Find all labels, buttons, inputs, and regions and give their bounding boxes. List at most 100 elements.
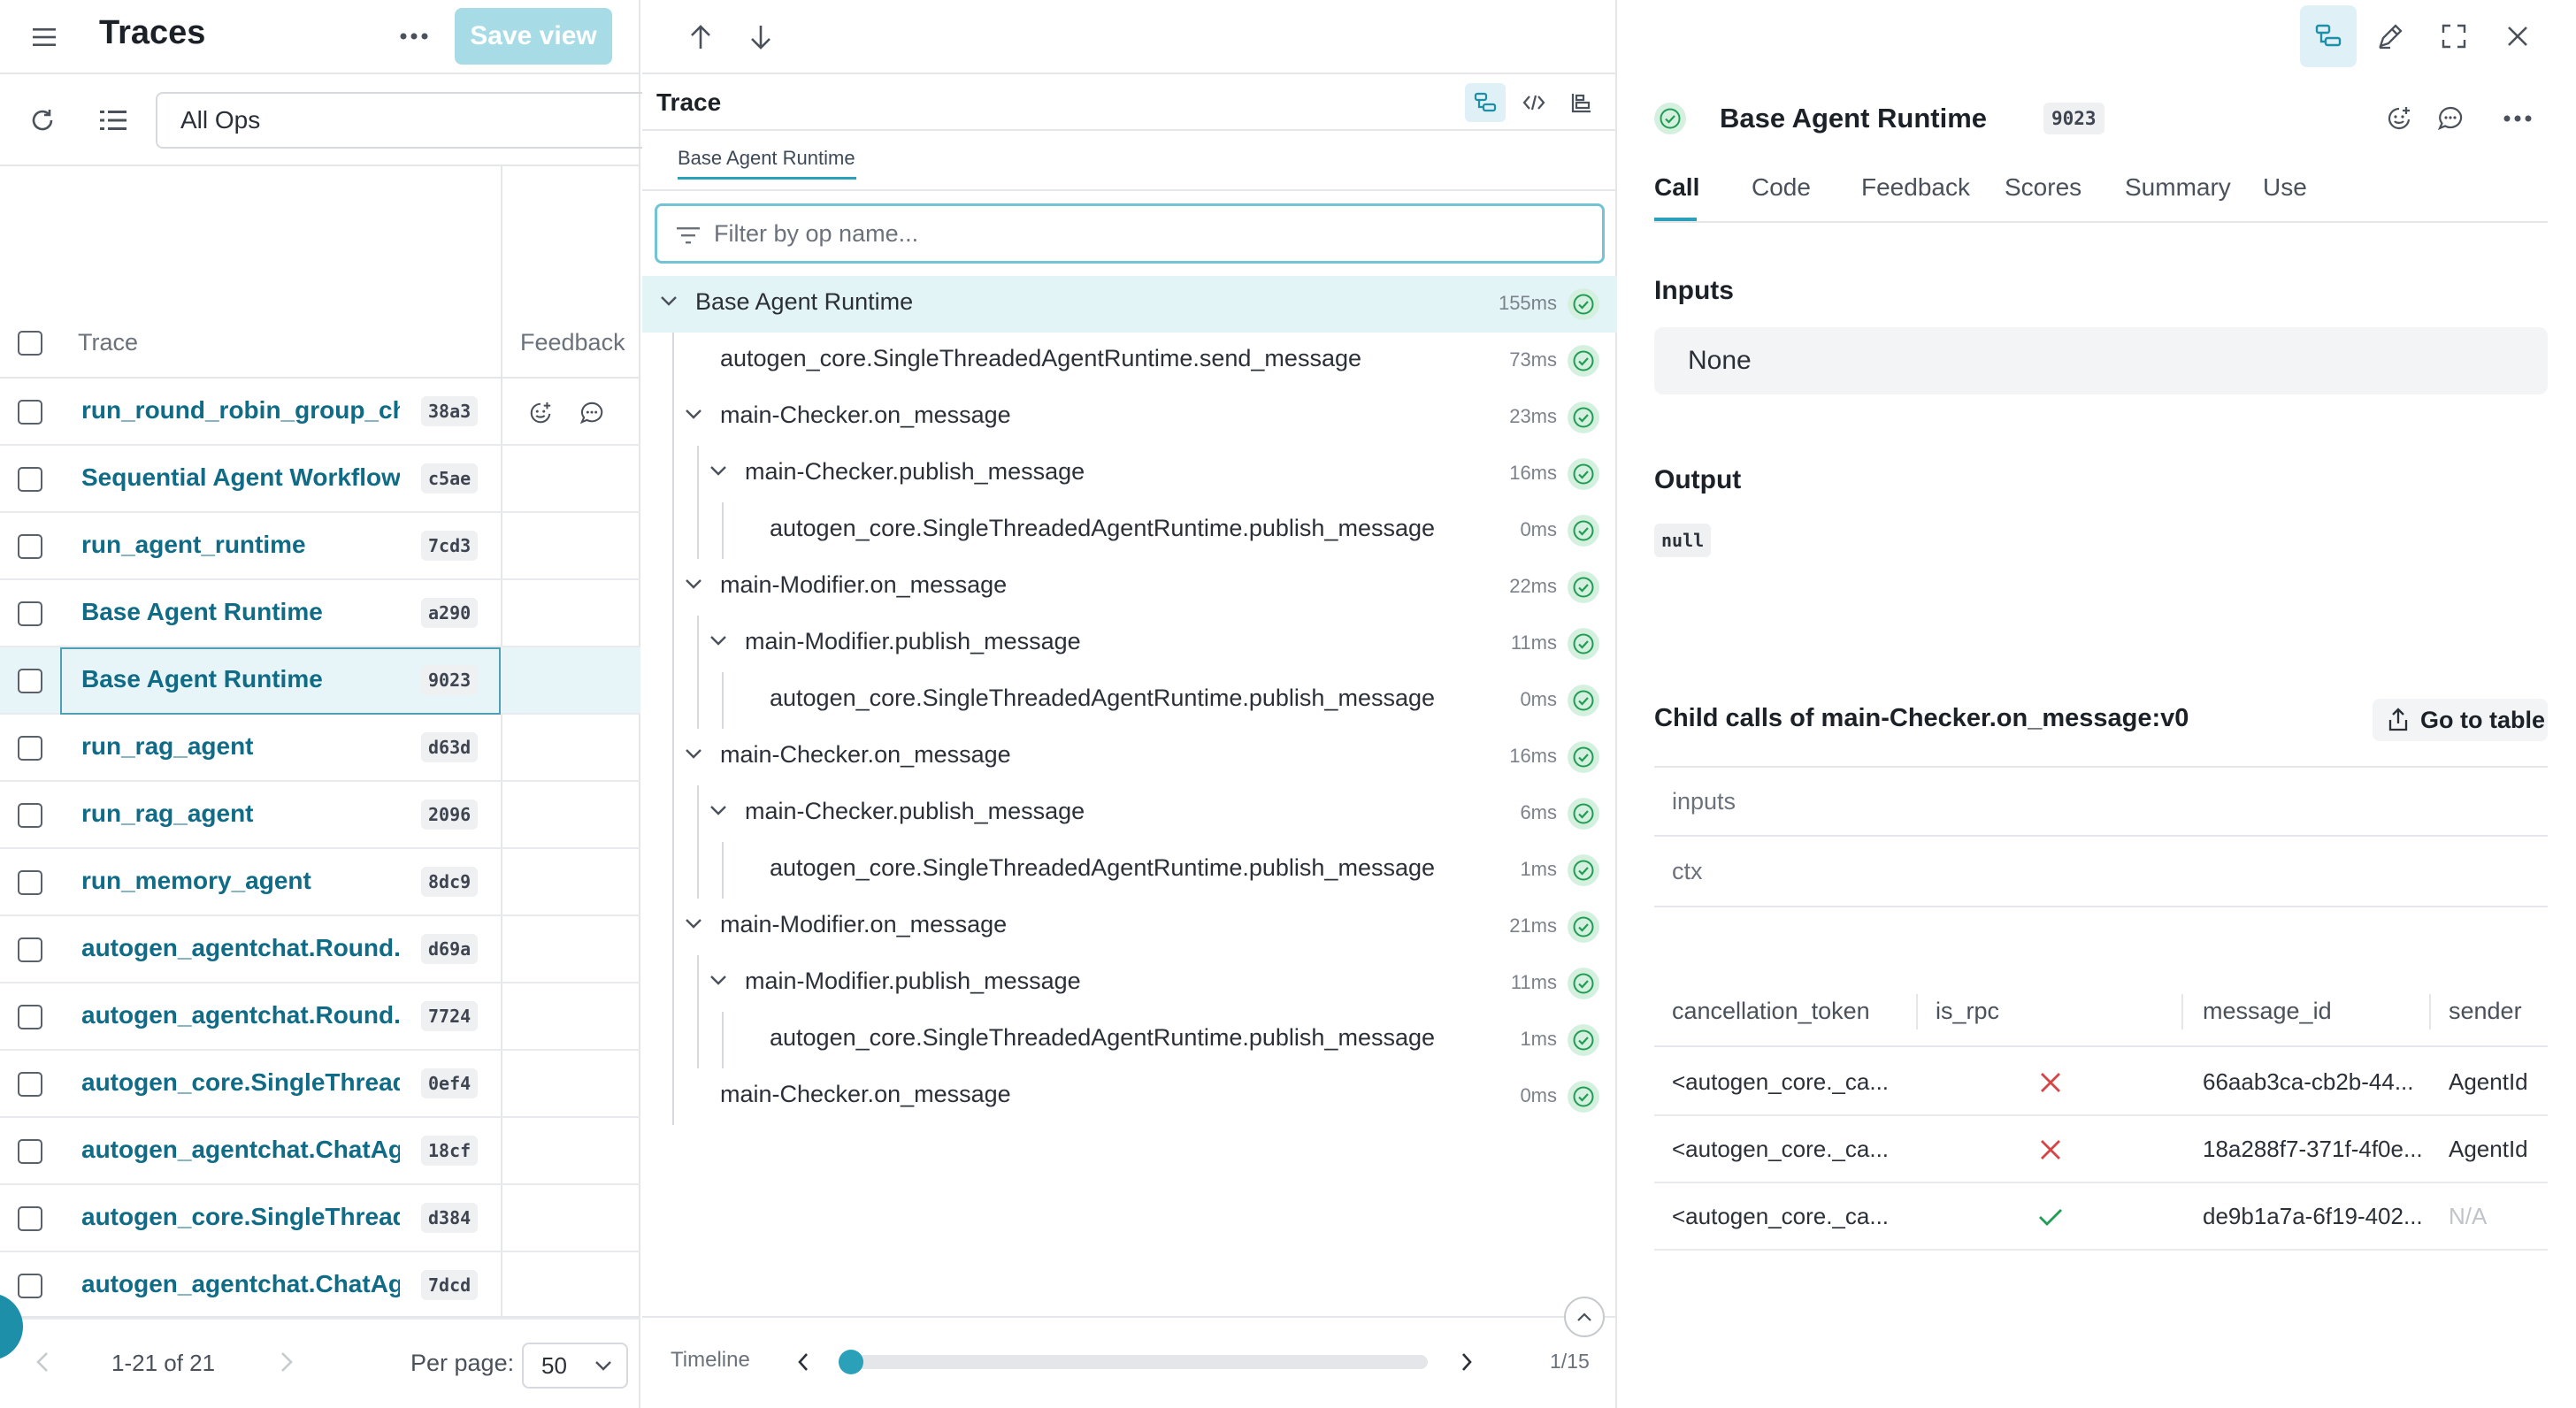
column-header-is-rpc[interactable]: is_rpc	[1936, 998, 1999, 1025]
column-header-sender[interactable]: sender	[2449, 998, 2522, 1025]
close-button[interactable]	[2489, 5, 2546, 67]
row-checkbox[interactable]	[18, 669, 42, 693]
table-row[interactable]: run_round_robin_group_chat 38a3	[0, 379, 640, 446]
chevron-down-icon[interactable]	[685, 409, 702, 419]
row-checkbox[interactable]	[18, 1072, 42, 1097]
go-to-table-button[interactable]: Go to table	[2373, 699, 2548, 741]
refresh-icon[interactable]	[25, 103, 60, 138]
fullscreen-button[interactable]	[2426, 5, 2482, 67]
trace-name-link[interactable]: autogen_agentchat.Round...	[81, 934, 400, 962]
tab-summary[interactable]: Summary	[2125, 173, 2231, 202]
chevron-down-icon[interactable]	[685, 748, 702, 759]
trace-name-link[interactable]: Base Agent Runtime	[81, 665, 400, 693]
row-checkbox[interactable]	[18, 601, 42, 626]
per-page-select[interactable]: 50	[522, 1343, 628, 1389]
table-row[interactable]: run_rag_agent d63d	[0, 715, 640, 782]
trace-name-link[interactable]: run_rag_agent	[81, 732, 400, 761]
scroll-to-top-button[interactable]	[1564, 1297, 1605, 1337]
add-reaction-icon[interactable]	[2383, 103, 2415, 134]
arrow-up-icon[interactable]	[683, 19, 718, 55]
tree-toggle-button[interactable]	[2300, 5, 2357, 67]
trace-name-link[interactable]: Base Agent Runtime	[81, 598, 400, 626]
next-page-icon[interactable]	[274, 1350, 299, 1374]
trace-name-link[interactable]: autogen_agentchat.ChatAg...	[81, 1270, 400, 1298]
timeline-next-icon[interactable]	[1454, 1350, 1479, 1374]
tree-node[interactable]: autogen_core.SingleThreadedAgentRuntime.…	[642, 502, 1617, 559]
timeline-slider-handle[interactable]	[839, 1350, 863, 1374]
row-checkbox[interactable]	[18, 803, 42, 828]
table-row[interactable]: run_rag_agent 2096	[0, 782, 640, 849]
prev-page-icon[interactable]	[30, 1350, 55, 1374]
code-view-icon[interactable]	[1514, 83, 1553, 122]
tree-node[interactable]: main-Checker.publish_message 16ms	[642, 446, 1617, 502]
row-checkbox[interactable]	[18, 736, 42, 761]
tree-node[interactable]: Base Agent Runtime 155ms	[642, 276, 1617, 333]
table-row[interactable]: autogen_agentchat.Round... 7724	[0, 983, 640, 1051]
flame-graph-icon[interactable]	[1562, 83, 1601, 122]
row-checkbox[interactable]	[18, 467, 42, 492]
tab-scores[interactable]: Scores	[2005, 173, 2082, 202]
trace-name-link[interactable]: autogen_core.SingleThread...	[81, 1203, 400, 1231]
edit-button[interactable]	[2362, 5, 2419, 67]
tree-node[interactable]: main-Checker.publish_message 6ms	[642, 785, 1617, 842]
tree-node[interactable]: main-Modifier.publish_message 11ms	[642, 955, 1617, 1012]
row-checkbox[interactable]	[18, 1139, 42, 1164]
columns-icon[interactable]	[96, 103, 131, 138]
row-checkbox[interactable]	[18, 937, 42, 962]
row-checkbox[interactable]	[18, 534, 42, 559]
comment-icon[interactable]	[577, 398, 607, 428]
row-checkbox[interactable]	[18, 1274, 42, 1298]
column-header-feedback[interactable]: Feedback	[520, 329, 625, 356]
tree-node[interactable]: main-Checker.on_message 16ms	[642, 729, 1617, 785]
trace-name-link[interactable]: autogen_agentchat.ChatAg...	[81, 1136, 400, 1164]
table-row[interactable]: autogen_agentchat.Round... d69a	[0, 916, 640, 983]
add-reaction-icon[interactable]	[525, 398, 556, 428]
op-filter-select[interactable]: All Ops	[156, 92, 651, 149]
chevron-down-icon[interactable]	[709, 975, 727, 985]
chevron-down-icon[interactable]	[709, 635, 727, 646]
table-row[interactable]: Sequential Agent Workflow c5ae	[0, 446, 640, 513]
tree-node[interactable]: autogen_core.SingleThreadedAgentRuntime.…	[642, 672, 1617, 729]
chevron-down-icon[interactable]	[685, 578, 702, 589]
chevron-down-icon[interactable]	[660, 295, 678, 306]
table-row[interactable]: <autogen_core._ca... 66aab3ca-cb2b-44... A…	[1654, 1049, 2548, 1116]
breadcrumb[interactable]: Base Agent Runtime	[678, 147, 855, 170]
trace-name-link[interactable]: run_memory_agent	[81, 867, 400, 895]
comment-icon[interactable]	[2434, 103, 2466, 134]
table-row[interactable]: <autogen_core._ca... 18a288f7-371f-4f0e..…	[1654, 1116, 2548, 1183]
tree-node[interactable]: autogen_core.SingleThreadedAgentRuntime.…	[642, 333, 1617, 389]
table-row[interactable]: autogen_core.SingleThread... d384	[0, 1185, 640, 1252]
tree-node[interactable]: main-Checker.on_message 0ms	[642, 1068, 1617, 1125]
hamburger-menu-icon[interactable]	[28, 21, 60, 53]
trace-name-link[interactable]: autogen_agentchat.Round...	[81, 1001, 400, 1029]
table-row[interactable]: autogen_core.SingleThread... 0ef4	[0, 1051, 640, 1118]
tab-code[interactable]: Code	[1752, 173, 1811, 202]
trace-name-link[interactable]: run_rag_agent	[81, 800, 400, 828]
arrow-down-icon[interactable]	[743, 19, 778, 55]
tree-node[interactable]: autogen_core.SingleThreadedAgentRuntime.…	[642, 1012, 1617, 1068]
chevron-down-icon[interactable]	[709, 805, 727, 815]
chevron-down-icon[interactable]	[685, 918, 702, 929]
more-options-icon[interactable]	[396, 23, 432, 50]
column-header-message-id[interactable]: message_id	[2203, 998, 2332, 1025]
row-checkbox[interactable]	[18, 870, 42, 895]
table-row[interactable]: Base Agent Runtime 9023	[0, 647, 640, 715]
table-row[interactable]: Base Agent Runtime a290	[0, 580, 640, 647]
trace-name-link[interactable]: run_agent_runtime	[81, 531, 400, 559]
table-row[interactable]: autogen_agentchat.ChatAg... 7dcd	[0, 1252, 640, 1320]
table-row[interactable]: run_memory_agent 8dc9	[0, 849, 640, 916]
tree-node[interactable]: main-Modifier.on_message 22ms	[642, 559, 1617, 616]
table-row[interactable]: autogen_agentchat.ChatAg... 18cf	[0, 1118, 640, 1185]
trace-name-link[interactable]: Sequential Agent Workflow	[81, 463, 400, 492]
row-checkbox[interactable]	[18, 400, 42, 425]
timeline-track[interactable]	[851, 1355, 1428, 1369]
tree-view-icon[interactable]	[1465, 83, 1506, 122]
tree-node[interactable]: main-Checker.on_message 23ms	[642, 389, 1617, 446]
tab-call[interactable]: Call	[1654, 173, 1699, 202]
table-row[interactable]: <autogen_core._ca... de9b1a7a-6f19-402...…	[1654, 1183, 2548, 1251]
column-header-cancellation-token[interactable]: cancellation_token	[1672, 998, 1870, 1025]
tree-node[interactable]: main-Modifier.on_message 21ms	[642, 899, 1617, 955]
more-options-icon[interactable]	[2500, 103, 2535, 134]
column-header-trace[interactable]: Trace	[78, 329, 138, 356]
tab-feedback[interactable]: Feedback	[1861, 173, 1970, 202]
